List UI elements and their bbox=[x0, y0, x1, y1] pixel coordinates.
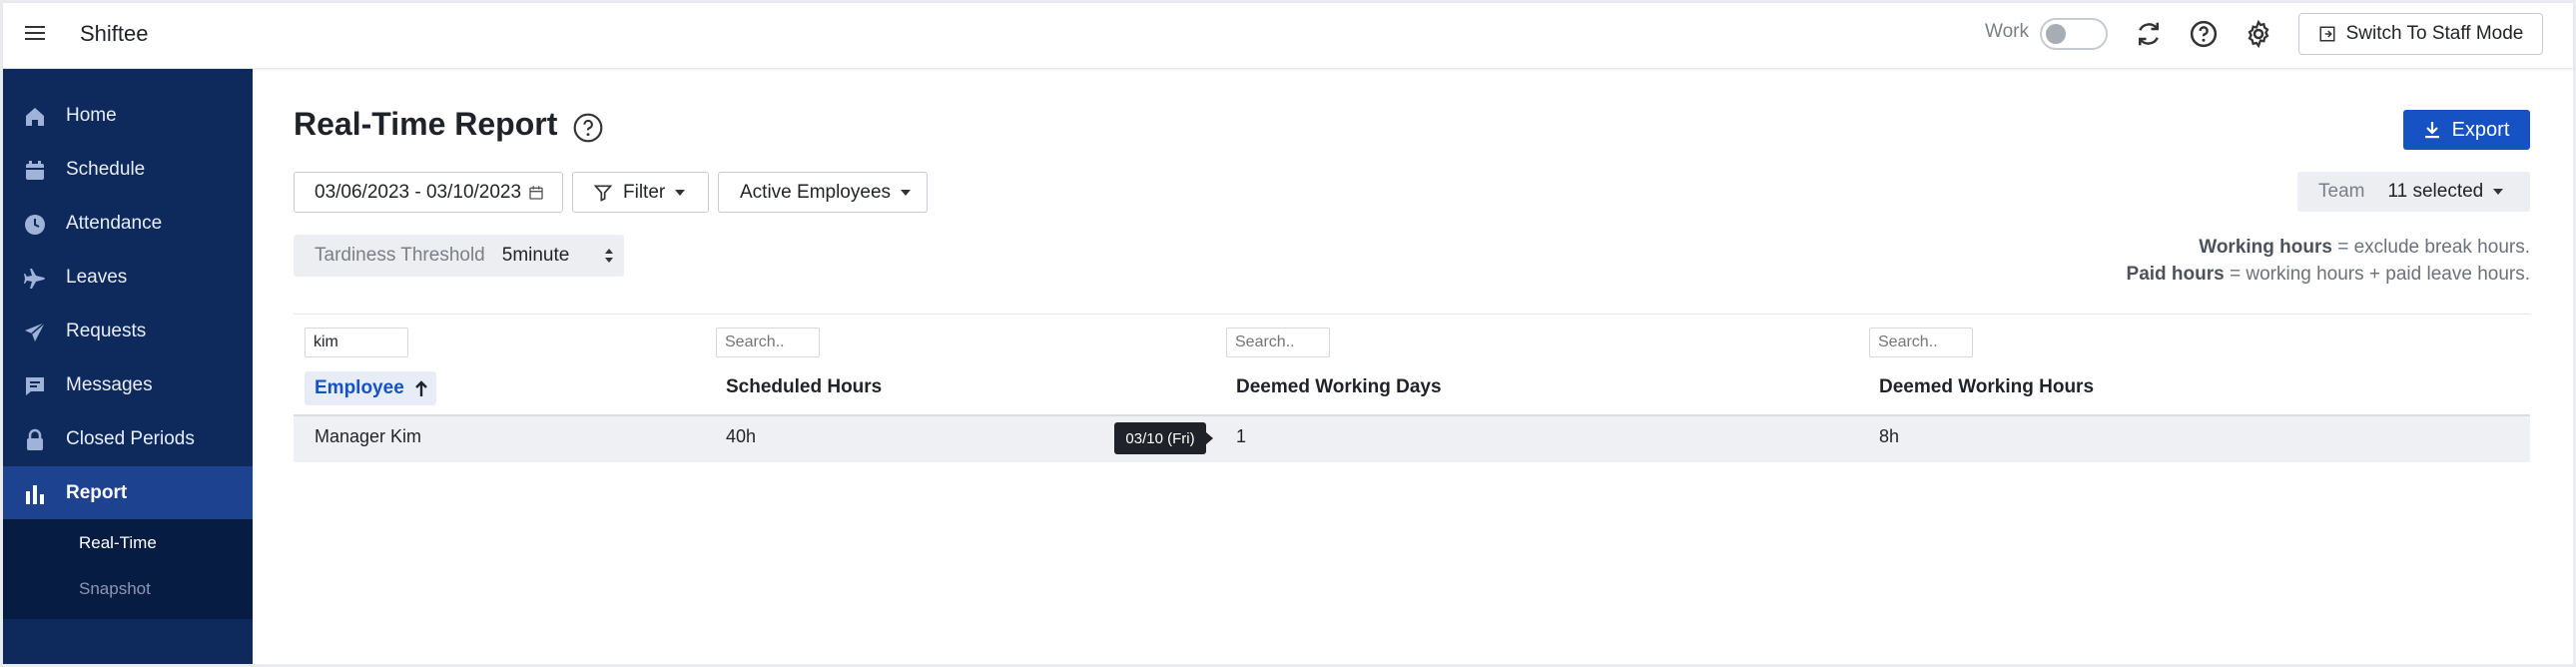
note-text: = exclude break hours. bbox=[2331, 237, 2530, 258]
chevron-down-icon bbox=[675, 189, 686, 196]
export-button[interactable]: Export bbox=[2403, 110, 2530, 150]
sidebar-item-label: Report bbox=[66, 482, 128, 503]
refresh-icon[interactable] bbox=[2134, 19, 2164, 49]
column-header-employee[interactable]: Employee bbox=[305, 371, 436, 405]
team-label: Team bbox=[2318, 181, 2365, 202]
sidebar-item-label: Attendance bbox=[66, 213, 163, 234]
work-toggle[interactable] bbox=[2040, 18, 2108, 50]
cell-scheduled-hours: 40h bbox=[726, 426, 757, 446]
note-term: Working hours bbox=[2199, 237, 2332, 258]
toggle-knob bbox=[2046, 24, 2066, 44]
deemed-days-search-input[interactable] bbox=[1226, 328, 1330, 357]
sidebar-item-label: Messages bbox=[66, 374, 153, 395]
send-icon bbox=[25, 322, 46, 341]
tardiness-threshold: Tardiness Threshold 5minute bbox=[294, 235, 624, 277]
filter-label: Filter bbox=[623, 181, 666, 203]
sidebar-item-label: Closed Periods bbox=[66, 428, 195, 449]
gear-icon[interactable] bbox=[2244, 19, 2273, 49]
employees-dropdown[interactable]: Active Employees bbox=[718, 172, 928, 213]
clock-icon bbox=[25, 215, 45, 235]
sidebar-item-messages[interactable]: Messages bbox=[3, 358, 253, 412]
stepper-icon[interactable] bbox=[604, 248, 614, 264]
column-header-label: Employee bbox=[315, 377, 404, 398]
scheduled-hours-search-input[interactable] bbox=[716, 328, 820, 357]
lock-icon bbox=[27, 428, 43, 450]
sidebar-item-schedule[interactable]: Schedule bbox=[3, 143, 253, 197]
column-header-deemed-working-days[interactable]: Deemed Working Days bbox=[1236, 376, 1442, 398]
report-subnav: Real-Time Snapshot bbox=[3, 519, 253, 619]
cell-deemed-days: 1 bbox=[1236, 426, 1247, 446]
sidebar-item-label: Home bbox=[66, 105, 117, 126]
sidebar-item-home[interactable]: Home bbox=[3, 89, 253, 143]
exit-icon bbox=[2319, 26, 2335, 42]
sidebar-item-closed-periods[interactable]: Closed Periods bbox=[3, 412, 253, 466]
team-selector[interactable]: Team 11 selected bbox=[2297, 172, 2530, 212]
employees-filter-value: Active Employees bbox=[740, 181, 892, 203]
sidebar-item-label: Leaves bbox=[66, 267, 128, 288]
airplane-icon bbox=[24, 269, 45, 289]
chevron-down-icon bbox=[2493, 189, 2504, 195]
sidebar-item-label: Schedule bbox=[66, 159, 146, 180]
column-header-deemed-working-hours[interactable]: Deemed Working Hours bbox=[1879, 376, 2094, 398]
bar-chart-icon bbox=[26, 485, 44, 504]
sidebar-item-requests[interactable]: Requests bbox=[3, 305, 253, 358]
sidebar-item-leaves[interactable]: Leaves bbox=[3, 251, 253, 305]
cell-employee[interactable]: Manager Kim bbox=[315, 426, 421, 447]
sort-ascending-icon bbox=[414, 380, 427, 396]
tardiness-label: Tardiness Threshold bbox=[315, 245, 485, 266]
calendar-icon bbox=[26, 161, 44, 180]
hamburger-menu-icon[interactable] bbox=[25, 24, 49, 48]
calendar-icon bbox=[529, 186, 543, 200]
page-title: Real-Time Report bbox=[294, 106, 558, 142]
note-text: = working hours + paid leave hours. bbox=[2224, 264, 2530, 285]
divider bbox=[294, 314, 2530, 315]
brand-name: Shiftee bbox=[80, 21, 149, 46]
chevron-down-icon bbox=[901, 189, 912, 196]
switch-to-staff-mode-button[interactable]: Switch To Staff Mode bbox=[2298, 13, 2543, 55]
work-label: Work bbox=[1985, 21, 2029, 42]
note-term: Paid hours bbox=[2126, 264, 2225, 285]
message-icon bbox=[26, 377, 44, 395]
top-bar: Shiftee Work Switch To Staff Mode bbox=[3, 3, 2573, 69]
filter-button[interactable]: Filter bbox=[572, 172, 709, 213]
subnav-item-real-time[interactable]: Real-Time bbox=[79, 533, 157, 553]
home-icon bbox=[26, 108, 44, 126]
export-label: Export bbox=[2451, 118, 2510, 141]
team-value: 11 selected bbox=[2387, 181, 2484, 202]
table-row[interactable] bbox=[294, 414, 2530, 462]
column-header-scheduled-hours[interactable]: Scheduled Hours bbox=[726, 376, 882, 398]
paid-hours-note: Paid hours = working hours + paid leave … bbox=[2127, 264, 2530, 286]
filter-icon bbox=[593, 185, 613, 202]
sidebar-item-attendance[interactable]: Attendance bbox=[3, 197, 253, 251]
tardiness-select[interactable]: 5minute bbox=[502, 245, 570, 267]
employee-search-input[interactable] bbox=[305, 328, 408, 357]
date-range-value: 03/06/2023 - 03/10/2023 bbox=[315, 181, 522, 203]
date-range-picker[interactable]: 03/06/2023 - 03/10/2023 bbox=[294, 172, 563, 213]
sidebar-item-label: Requests bbox=[66, 321, 147, 341]
subnav-item-snapshot[interactable]: Snapshot bbox=[79, 579, 151, 599]
download-icon bbox=[2424, 122, 2439, 139]
staff-mode-label: Switch To Staff Mode bbox=[2345, 23, 2524, 44]
deemed-hours-search-input[interactable] bbox=[1869, 328, 1973, 357]
help-icon[interactable] bbox=[572, 112, 604, 144]
sidebar-item-report[interactable]: Report bbox=[3, 466, 253, 520]
sidebar: Home Schedule Attendance Leaves Requests… bbox=[3, 69, 253, 664]
date-tooltip: 03/10 (Fri) bbox=[1114, 422, 1213, 454]
working-hours-note: Working hours = exclude break hours. bbox=[2199, 237, 2530, 259]
help-icon[interactable] bbox=[2189, 19, 2219, 49]
cell-deemed-hours: 8h bbox=[1879, 426, 1900, 446]
